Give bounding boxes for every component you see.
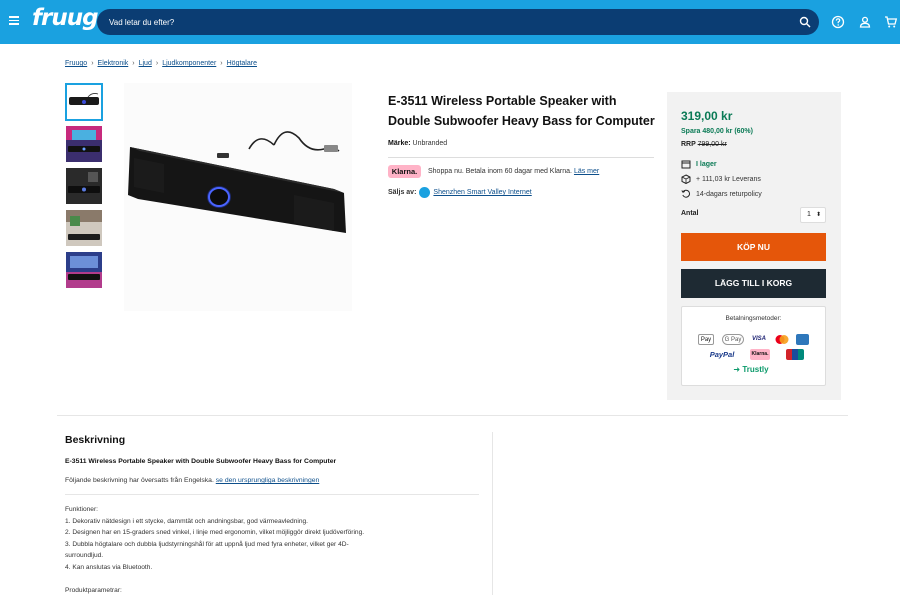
purchase-box: 319,00 kr Spara 480,00 kr (60%) RRP 799,… [667,92,841,400]
menu-icon[interactable] [9,16,19,25]
seller-line: Säljs av: Shenzhen Smart Valley Internet [388,187,532,198]
top-header: fruugo [0,0,900,44]
updown-arrow-icon: ⬍ [815,212,821,218]
google-pay-icon: G Pay [722,334,744,345]
trustly-icon: ➜ Trustly [733,365,769,374]
divider [65,494,479,495]
product-title: E-3511 Wireless Portable Speaker with Do… [388,94,655,128]
description-line: 4. Kan anslutas via Bluetooth. [65,563,153,571]
returns-row: 14-dagars returpolicy [681,189,762,199]
trustly-arrow-icon: ➜ [733,365,741,374]
breadcrumb-elektronik[interactable]: Elektronik [98,60,129,67]
divider [388,157,654,158]
cart-icon[interactable] [884,15,898,29]
rrp-value: 799,00 kr [697,141,727,148]
store-icon [419,187,431,198]
original-description-link[interactable]: se den ursprungliga beskrivningen [216,477,320,484]
description-line [65,573,405,585]
box-icon [681,160,691,169]
stock-row: I lager [681,159,717,169]
brand-label: Märke: [388,140,411,147]
breadcrumb-ljud[interactable]: Ljud [139,60,152,67]
seller-label: Säljs av: [388,189,417,196]
search-input[interactable] [109,13,789,31]
quantity-value: 1 [807,211,811,218]
thumbnail-2[interactable] [66,126,102,162]
chevron-right-icon: › [220,60,223,67]
chevron-right-icon: › [155,60,159,67]
savings-text: Spara 480,00 kr (60%) [681,128,753,135]
description-line: 1. Dekorativ nätdesign i ett stycke, dam… [65,517,309,525]
column-divider [492,432,493,595]
search-bar[interactable] [97,9,819,35]
description-line: Produktparametrar: [65,586,122,594]
brand-value: Unbranded [412,140,448,147]
description-line: Funktioner: [65,506,98,513]
payment-methods-box: Betalningsmetoder: Pay G Pay VISA PayPal… [681,306,826,386]
breadcrumb: Fruugo › Elektronik › Ljud › Ljudkomponente… [65,60,257,67]
klarna-text: Shoppa nu. Betala inom 60 dagar med Klar… [428,168,572,175]
klarna-message: Shoppa nu. Betala inom 60 dagar med Klar… [428,168,599,175]
return-icon [681,189,691,198]
description-body: Funktioner: 1. Dekorativ nätdesign i ett… [65,504,405,595]
returns-policy: 14-dagars returpolicy [696,190,762,198]
delivery-cost: + 111,03 kr Leverans [696,175,761,183]
buy-now-button[interactable]: KÖP NU [681,233,826,261]
mastercard-icon [775,335,789,344]
help-icon[interactable] [831,15,845,29]
klarna-icon: Klarna. [750,349,770,360]
translation-text: Följande beskrivning har översatts från … [65,477,214,484]
chevron-right-icon: › [132,60,135,67]
product-main-image[interactable] [124,83,352,311]
price: 319,00 kr [681,109,733,123]
description-heading: Beskrivning [65,434,126,446]
thumbnail-5[interactable] [66,252,102,288]
account-icon[interactable] [858,15,872,29]
apple-pay-icon: Pay [698,334,714,345]
visa-icon: VISA [751,336,766,342]
breadcrumb-fruugo[interactable]: Fruugo [65,60,87,67]
brand-line: Märke: Unbranded [388,140,447,147]
amex-icon [796,334,809,345]
klarna-logo: Klarna. [388,165,421,178]
package-icon [681,174,691,184]
stock-status: I lager [696,160,717,168]
quantity-label: Antal [681,210,699,217]
thumbnail-1[interactable] [65,83,103,121]
description-line: surroundljud. [65,552,104,559]
add-to-cart-button[interactable]: LÄGG TILL I KORG [681,269,826,298]
quantity-select[interactable]: 1 ⬍ [800,207,826,223]
seller-link[interactable]: Shenzhen Smart Valley Internet [433,189,531,196]
translation-note: Följande beskrivning har översatts från … [65,477,319,484]
thumbnail-4[interactable] [66,210,102,246]
unionpay-icon [786,349,804,360]
paypal-icon: PayPal [709,350,735,359]
rrp-line: RRP 799,00 kr [681,141,727,148]
section-divider [57,415,848,416]
thumbnail-3[interactable] [66,168,102,204]
description-line: 2. Designen har en 15-graders sned vinke… [65,529,365,536]
breadcrumb-ljudkomponenter[interactable]: Ljudkomponenter [162,60,216,67]
breadcrumb-hogtalare[interactable]: Högtalare [227,60,257,67]
klarna-read-more-link[interactable]: Läs mer [574,168,599,175]
description-line: 3. Dubbla högtalare och dubbla ljudstyrn… [65,540,349,548]
rrp-label: RRP [681,141,696,148]
payment-methods-title: Betalningsmetoder: [725,315,782,322]
delivery-row: + 111,03 kr Leverans [681,174,761,184]
description-subtitle: E-3511 Wireless Portable Speaker with Do… [65,458,337,465]
chevron-right-icon: › [91,60,94,67]
search-icon[interactable] [799,16,811,28]
